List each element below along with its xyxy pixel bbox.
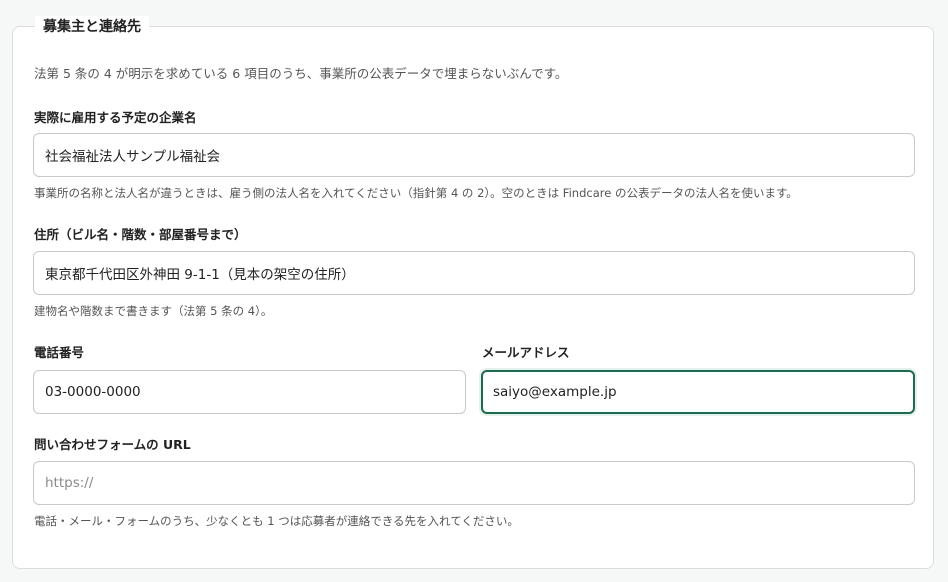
section-intro: 法第 5 条の 4 が明示を求めている 6 項目のうち、事業所の公表データで埋ま… [34, 66, 568, 81]
company-help: 事業所の名称と法人名が違うときは、雇う側の法人名を入れてください（指針第 4 の… [34, 186, 798, 200]
company-label: 実際に雇用する予定の企業名 [34, 110, 197, 125]
email-input[interactable] [481, 370, 915, 414]
contact-fieldset: 募集主と連絡先 法第 5 条の 4 が明示を求めている 6 項目のうち、事業所の… [12, 16, 934, 569]
section-title: 募集主と連絡先 [35, 16, 149, 38]
company-input[interactable] [33, 133, 915, 177]
phone-input[interactable] [33, 370, 466, 414]
phone-label: 電話番号 [34, 345, 85, 360]
url-label: 問い合わせフォームの URL [34, 437, 191, 452]
url-help: 電話・メール・フォームのうち、少なくとも 1 つは応募者が連絡できる先を入れてく… [34, 514, 519, 528]
email-label: メールアドレス [482, 345, 570, 360]
address-input[interactable] [33, 251, 915, 295]
address-help: 建物名や階数まで書きます（法第 5 条の 4）。 [34, 304, 273, 318]
address-label: 住所（ビル名・階数・部屋番号まで） [34, 227, 247, 242]
url-input[interactable] [33, 461, 915, 505]
